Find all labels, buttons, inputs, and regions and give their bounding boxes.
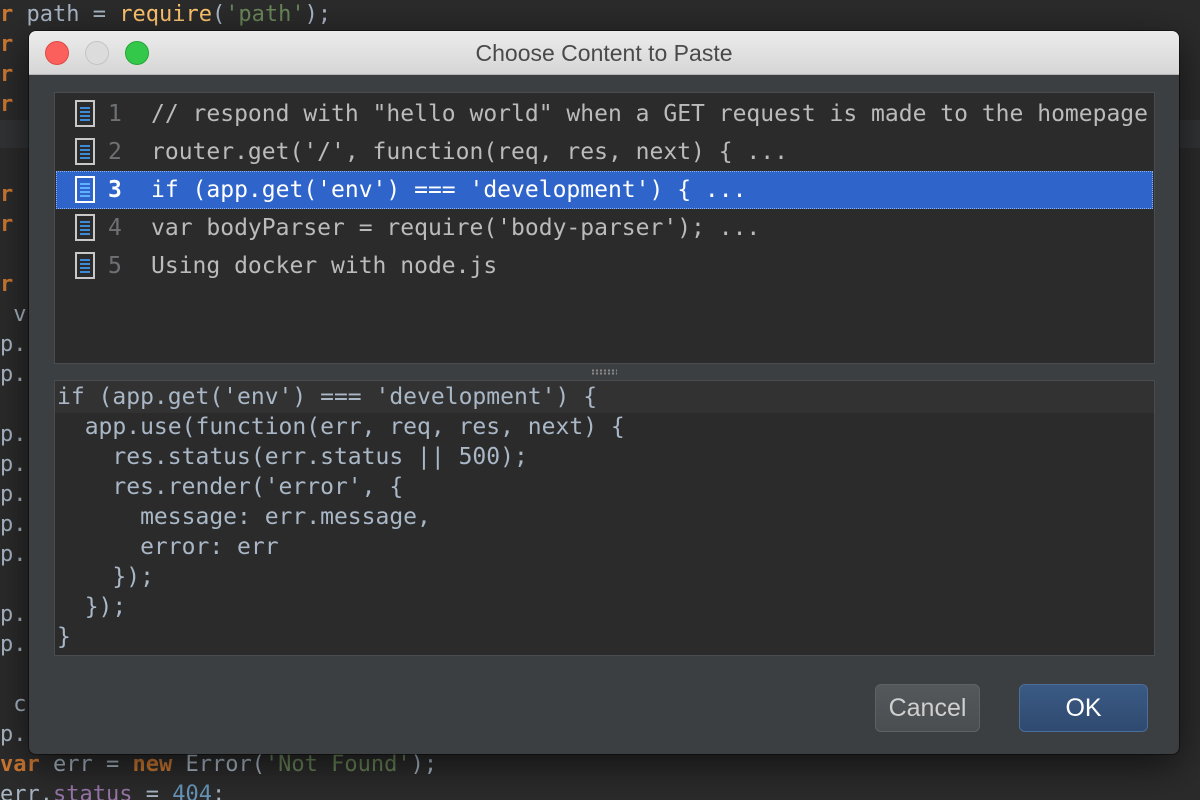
clipboard-item-2[interactable]: 2 router.get('/', function(req, res, nex… — [56, 133, 1153, 171]
item-number: 3 — [108, 177, 122, 203]
item-number: 2 — [108, 139, 122, 165]
editor-line: var err = new Error('Not Found'); — [0, 752, 438, 777]
dialog-title: Choose Content to Paste — [475, 40, 733, 66]
editor-line: p. — [0, 362, 27, 387]
preview-line: if (app.get('env') === 'development') { — [57, 384, 598, 410]
clipboard-item-5[interactable]: 5 Using docker with node.js — [56, 247, 1153, 285]
preview-line: error: err — [57, 534, 279, 560]
editor-line: p. — [0, 722, 27, 747]
editor-line: p. — [0, 602, 27, 627]
editor-line: p. — [0, 482, 27, 507]
item-text: Using docker with node.js — [151, 253, 498, 279]
clipboard-item-4[interactable]: 4 var bodyParser = require('body-parser'… — [56, 209, 1153, 247]
item-text: var bodyParser = require('body-parser');… — [151, 215, 761, 241]
editor-line: r — [0, 272, 14, 297]
editor-line: r — [0, 212, 14, 237]
preview-line: app.use(function(err, req, res, next) { — [57, 414, 625, 440]
editor-line: v — [0, 302, 27, 327]
editor-line: p. — [0, 452, 27, 477]
item-text: router.get('/', function(req, res, next)… — [151, 139, 788, 165]
editor-line: p. — [0, 512, 27, 537]
document-icon — [75, 100, 95, 127]
splitter-handle[interactable] — [29, 364, 1179, 380]
editor-line: p. — [0, 422, 27, 447]
clipboard-list[interactable]: 1 // respond with "hello world" when a G… — [54, 92, 1155, 364]
preview-line: }); — [57, 564, 154, 590]
preview-line: } — [57, 624, 71, 650]
paste-dialog: Choose Content to Paste 1 // respond wit… — [29, 31, 1179, 754]
editor-line: p. — [0, 332, 27, 357]
document-icon — [75, 252, 95, 279]
document-icon — [75, 214, 95, 241]
editor-line: p. — [0, 542, 27, 567]
ok-button[interactable]: OK — [1019, 684, 1148, 732]
editor-line: r path = require('path'); — [0, 2, 332, 27]
preview-line: }); — [57, 594, 127, 620]
editor-line: c — [0, 692, 27, 717]
editor-line: r — [0, 32, 14, 57]
document-icon — [75, 176, 95, 203]
item-text: if (app.get('env') === 'development') { … — [151, 177, 747, 203]
preview-line: res.status(err.status || 500); — [57, 444, 528, 470]
cancel-button[interactable]: Cancel — [875, 684, 980, 732]
item-number: 5 — [108, 253, 122, 279]
editor-line: r — [0, 62, 14, 87]
item-number: 4 — [108, 215, 122, 241]
editor-line: r — [0, 92, 14, 117]
item-text: // respond with "hello world" when a GET… — [151, 101, 1148, 127]
editor-line: r — [0, 182, 14, 207]
item-number: 1 — [108, 101, 122, 127]
editor-line: p. — [0, 632, 27, 657]
preview-line: res.render('error', { — [57, 474, 404, 500]
document-icon — [75, 138, 95, 165]
content-preview[interactable]: if (app.get('env') === 'development') { … — [54, 380, 1155, 656]
preview-line: message: err.message, — [57, 504, 431, 530]
clipboard-item-1[interactable]: 1 // respond with "hello world" when a G… — [56, 95, 1153, 133]
grip-icon — [591, 369, 617, 375]
editor-line: err.status = 404; — [0, 782, 226, 800]
title-bar: Choose Content to Paste — [29, 31, 1179, 75]
clipboard-item-3[interactable]: 3 if (app.get('env') === 'development') … — [56, 171, 1153, 209]
